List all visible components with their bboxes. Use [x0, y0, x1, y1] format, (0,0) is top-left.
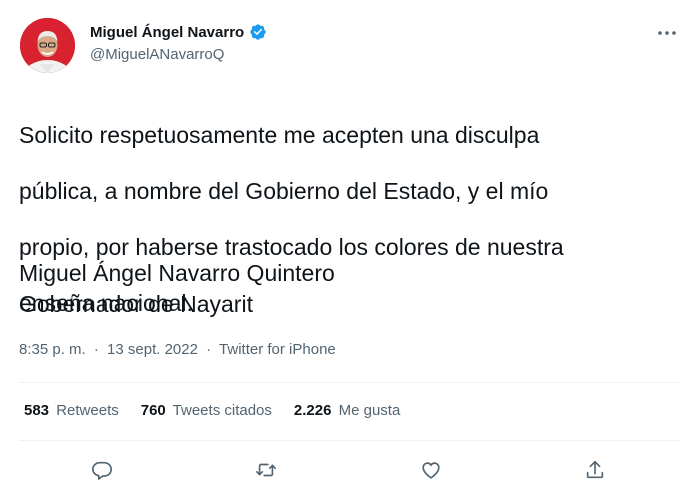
- more-horizontal-icon: [658, 31, 676, 35]
- signature-title: Gobernador de Nayarit: [19, 291, 253, 317]
- divider: [19, 382, 680, 383]
- share-button[interactable]: [580, 455, 610, 485]
- tweet-stats: 583 Retweets 760 Tweets citados 2.226 Me…: [24, 402, 400, 419]
- avatar-photo: [20, 18, 75, 73]
- quotes-stat[interactable]: 760 Tweets citados: [141, 402, 272, 419]
- signature-name: Miguel Ángel Navarro Quintero: [19, 260, 335, 286]
- tweet-text-line: pública, a nombre del Gobierno del Estad…: [19, 178, 549, 204]
- meta-separator: ·: [206, 341, 212, 358]
- like-button[interactable]: [416, 455, 446, 485]
- likes-count: 2.226: [293, 402, 332, 419]
- retweets-label: Retweets: [56, 402, 119, 419]
- tweet-signature: Miguel Ángel Navarro Quintero Gobernador…: [19, 258, 335, 320]
- retweets-count: 583: [24, 402, 50, 419]
- author-handle[interactable]: @MiguelANavarroQ: [90, 46, 224, 63]
- more-options-button[interactable]: [654, 20, 680, 46]
- tweet-time[interactable]: 8:35 p. m.: [19, 341, 86, 358]
- share-icon: [586, 460, 604, 479]
- quotes-count: 760: [140, 402, 166, 419]
- author-name[interactable]: Miguel Ángel Navarro: [90, 23, 267, 41]
- tweet-date[interactable]: 13 sept. 2022: [107, 341, 198, 358]
- meta-separator: ·: [93, 341, 99, 358]
- likes-stat[interactable]: 2.226 Me gusta: [294, 402, 400, 419]
- tweet-source[interactable]: Twitter for iPhone: [219, 341, 336, 358]
- avatar[interactable]: [20, 18, 75, 73]
- verified-badge-icon: [250, 24, 266, 40]
- tweet-actions: [0, 455, 700, 485]
- tweet-text-line: Solicito respetuosamente me acepten una …: [19, 122, 540, 148]
- tweet-meta: 8:35 p. m. · 13 sept. 2022 · Twitter for…: [19, 341, 336, 358]
- quotes-label: Tweets citados: [172, 402, 272, 419]
- reply-button[interactable]: [87, 455, 117, 485]
- tweet-text-line: propio, por haberse trastocado los color…: [19, 234, 564, 260]
- retweet-icon: [256, 463, 276, 477]
- author-name-text: Miguel Ángel Navarro: [90, 23, 245, 41]
- reply-icon: [92, 461, 112, 480]
- retweet-button[interactable]: [251, 455, 281, 485]
- retweets-stat[interactable]: 583 Retweets: [24, 402, 119, 419]
- heart-icon: [422, 462, 440, 479]
- divider: [19, 440, 680, 441]
- likes-label: Me gusta: [338, 402, 401, 419]
- tweet-card: Miguel Ángel Navarro @MiguelANavarroQ So…: [0, 0, 700, 503]
